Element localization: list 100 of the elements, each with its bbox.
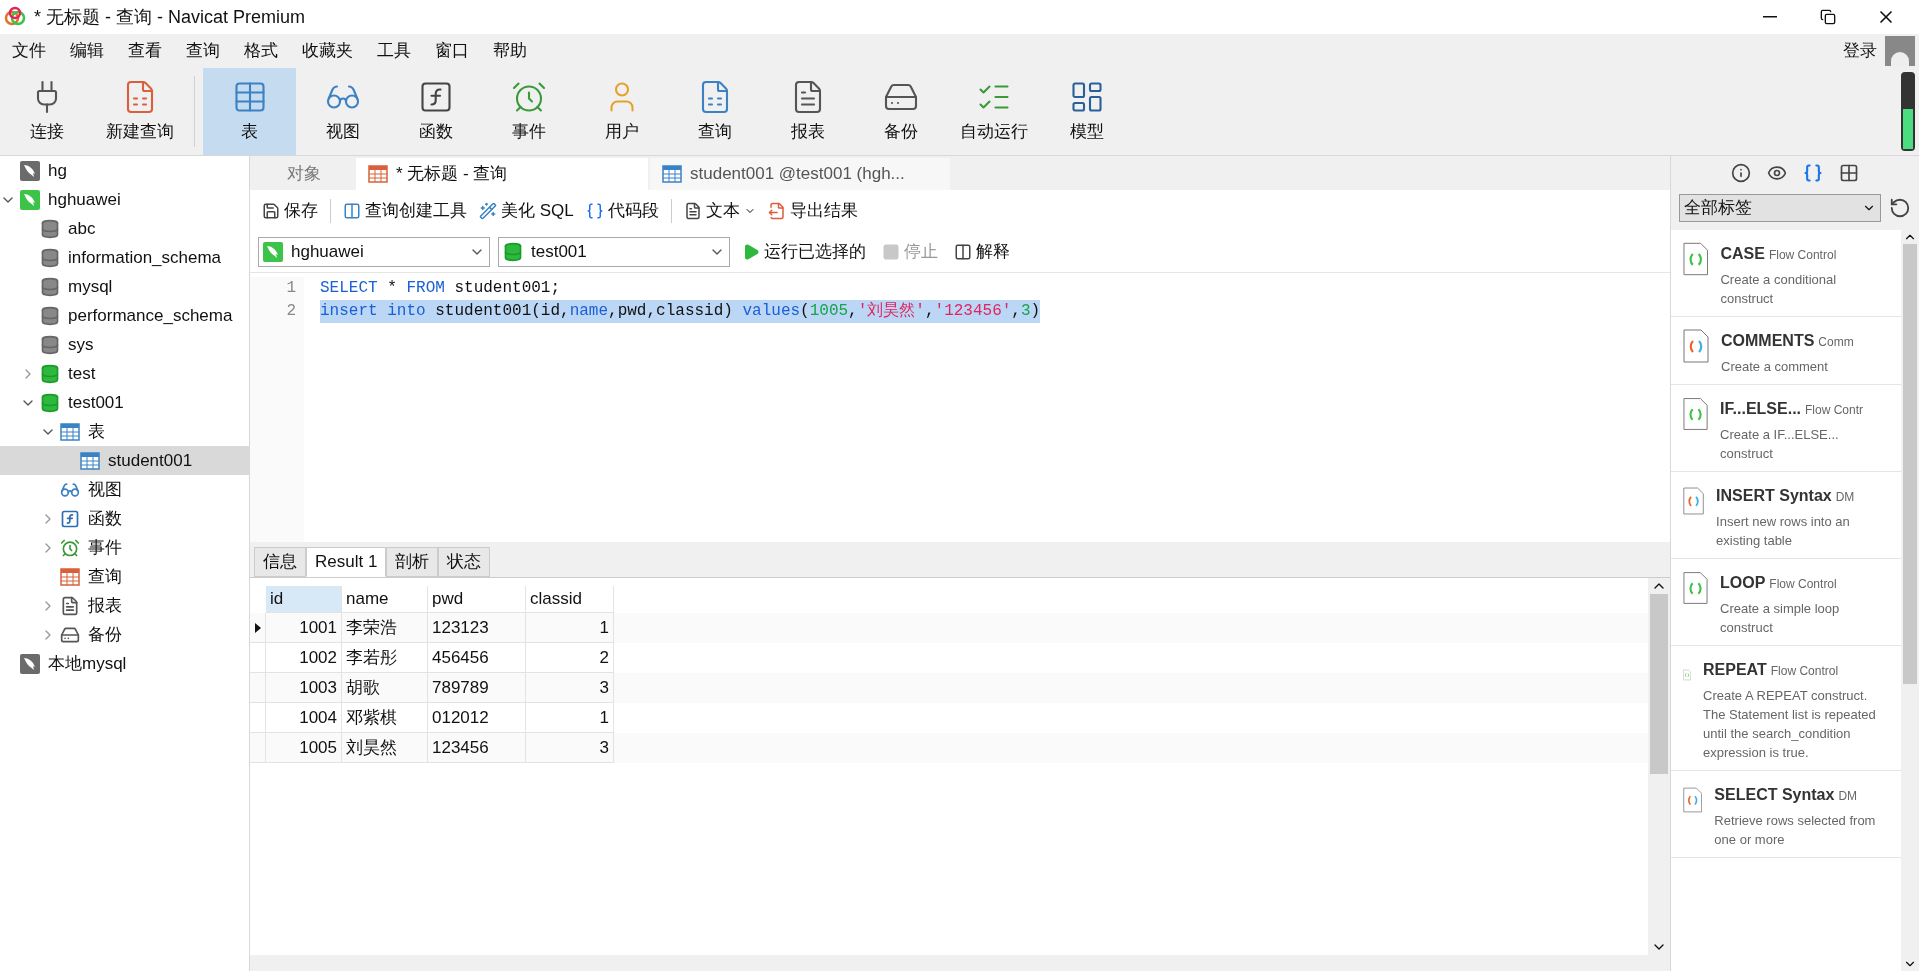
- tree-item[interactable]: 查询: [0, 562, 249, 591]
- result-tab[interactable]: 剖析: [386, 547, 439, 577]
- scrollbar[interactable]: [1648, 578, 1670, 955]
- play-icon: [742, 243, 760, 261]
- result-tab[interactable]: 状态: [438, 547, 491, 577]
- snippet-description: Create a comment: [1721, 358, 1829, 376]
- login-button[interactable]: 登录: [1843, 38, 1877, 64]
- sql-editor[interactable]: 1 2 SELECT * FROM student001; insert into student001(id,name,pwd,classid) values(1005,'刘昊然','123456',3): [250, 272, 1670, 542]
- avatar[interactable]: [1885, 36, 1915, 66]
- toolbar-button[interactable]: 模型: [1040, 68, 1133, 155]
- code-line: SELECT * FROM student001;: [320, 278, 561, 299]
- column-header[interactable]: classid: [526, 586, 614, 613]
- snippet-title: SELECT Syntax: [1714, 785, 1835, 805]
- snippet-item[interactable]: IF...ELSE... Flow Contr Create a IF...ELSE... construct: [1671, 385, 1901, 472]
- run-action-button[interactable]: 解释: [950, 239, 1014, 265]
- tree-item[interactable]: abc: [0, 214, 249, 243]
- stop-icon: [882, 243, 900, 261]
- side-panel-tab[interactable]: [1767, 163, 1787, 183]
- tree-item[interactable]: test: [0, 359, 249, 388]
- tree-label: 事件: [88, 536, 122, 559]
- menu-item[interactable]: 查看: [116, 34, 174, 68]
- function-icon: [60, 508, 80, 529]
- result-tab[interactable]: 信息: [254, 547, 306, 577]
- tree-item[interactable]: student001: [0, 446, 249, 475]
- menu-item[interactable]: 查询: [174, 34, 232, 68]
- query-tool-button[interactable]: 美化 SQL: [475, 198, 578, 224]
- tree-item[interactable]: 事件: [0, 533, 249, 562]
- snippet-item[interactable]: INSERT Syntax DM Insert new rows into an existing table: [1671, 472, 1901, 559]
- tree-item[interactable]: test001: [0, 388, 249, 417]
- tree-item[interactable]: sys: [0, 330, 249, 359]
- run-action-button[interactable]: 运行已选择的: [738, 239, 870, 265]
- table-cell: 3: [526, 733, 614, 763]
- result-tab[interactable]: Result 1: [306, 547, 387, 577]
- tree-label: hghuawei: [48, 188, 121, 211]
- meter-icon: [1901, 72, 1915, 151]
- snippet-tag: DM: [1838, 787, 1858, 805]
- explain-icon: [954, 243, 972, 261]
- tree-item[interactable]: 本地mysql: [0, 649, 249, 678]
- tree-label: abc: [68, 217, 96, 240]
- column-header[interactable]: id: [266, 586, 342, 613]
- tree-item[interactable]: performance_schema: [0, 301, 249, 330]
- toolbar-button[interactable]: 用户: [575, 68, 668, 155]
- menu-item[interactable]: 编辑: [58, 34, 116, 68]
- tree-label: 本地mysql: [48, 652, 127, 675]
- toolbar-button[interactable]: 查询: [668, 68, 761, 155]
- tree-item[interactable]: hghuawei: [0, 185, 249, 214]
- menu-item[interactable]: 窗口: [423, 34, 481, 68]
- toolbar-button[interactable]: 新建查询: [93, 68, 186, 155]
- tree-item[interactable]: 报表: [0, 591, 249, 620]
- query-icon: [368, 165, 388, 183]
- window-title: * 无标题 - 查询 - Navicat Premium: [34, 5, 306, 29]
- tree-label: sys: [68, 333, 94, 356]
- toolbar-button[interactable]: 连接: [0, 68, 93, 155]
- query-tool-button[interactable]: 查询创建工具: [339, 198, 471, 224]
- tree-item[interactable]: mysql: [0, 272, 249, 301]
- toolbar-button[interactable]: 报表: [761, 68, 854, 155]
- query-tool-button[interactable]: 导出结果: [763, 198, 862, 224]
- side-panel-tab[interactable]: [1731, 163, 1751, 183]
- menu-item[interactable]: 帮助: [481, 34, 539, 68]
- menu-item[interactable]: 工具: [365, 34, 423, 68]
- tree-label: test001: [68, 391, 124, 414]
- menu-item[interactable]: 格式: [232, 34, 290, 68]
- connection-select[interactable]: hghuawei: [258, 237, 490, 267]
- snippet-item[interactable]: LOOP Flow Control Create a simple loop construct: [1671, 559, 1901, 646]
- toolbar-button[interactable]: 自动运行: [947, 68, 1040, 155]
- tree-item[interactable]: information_schema: [0, 243, 249, 272]
- add-snippet-button[interactable]: [1889, 197, 1911, 219]
- query-tool-button[interactable]: 保存: [258, 198, 322, 224]
- snippet-item[interactable]: CASE Flow Control Create a conditional construct: [1671, 230, 1901, 317]
- tag-select[interactable]: 全部标签: [1679, 194, 1881, 222]
- tree-item[interactable]: 函数: [0, 504, 249, 533]
- editor-tab[interactable]: * 无标题 - 查询: [356, 158, 648, 190]
- query-tool-button[interactable]: 代码段: [581, 198, 663, 224]
- column-header[interactable]: name: [342, 586, 428, 613]
- snippet-tag: Flow Control: [1769, 575, 1837, 593]
- tree-item[interactable]: 备份: [0, 620, 249, 649]
- tree-item[interactable]: hg: [0, 156, 249, 185]
- toolbar-button[interactable]: 备份: [854, 68, 947, 155]
- menu-item[interactable]: 收藏夹: [290, 34, 365, 68]
- table-icon: [80, 451, 100, 470]
- column-header[interactable]: pwd: [428, 586, 526, 613]
- tree-item[interactable]: 表: [0, 417, 249, 446]
- toolbar-button[interactable]: 函数: [389, 68, 482, 155]
- tree-label: 表: [88, 420, 105, 443]
- query-tool-button[interactable]: 文本: [679, 198, 760, 224]
- export-icon: [767, 202, 786, 220]
- toolbar-button[interactable]: 事件: [482, 68, 575, 155]
- menu-item[interactable]: 文件: [0, 34, 58, 68]
- side-panel-tab[interactable]: [1839, 163, 1859, 183]
- snippet-title: LOOP: [1720, 573, 1766, 593]
- database-select[interactable]: test001: [498, 237, 730, 267]
- toolbar-button[interactable]: 视图: [296, 68, 389, 155]
- tree-label: 视图: [88, 478, 122, 501]
- tree-item[interactable]: 视图: [0, 475, 249, 504]
- toolbar-button[interactable]: 表: [203, 68, 296, 155]
- editor-tab[interactable]: student001 @test001 (hgh...: [650, 158, 950, 190]
- side-panel-tab[interactable]: [1803, 163, 1823, 183]
- snippet-tag: Flow Control: [1768, 246, 1837, 264]
- snippet-item[interactable]: COMMENTS Comm Create a comment: [1671, 317, 1901, 385]
- editor-tab[interactable]: 对象: [254, 158, 354, 190]
